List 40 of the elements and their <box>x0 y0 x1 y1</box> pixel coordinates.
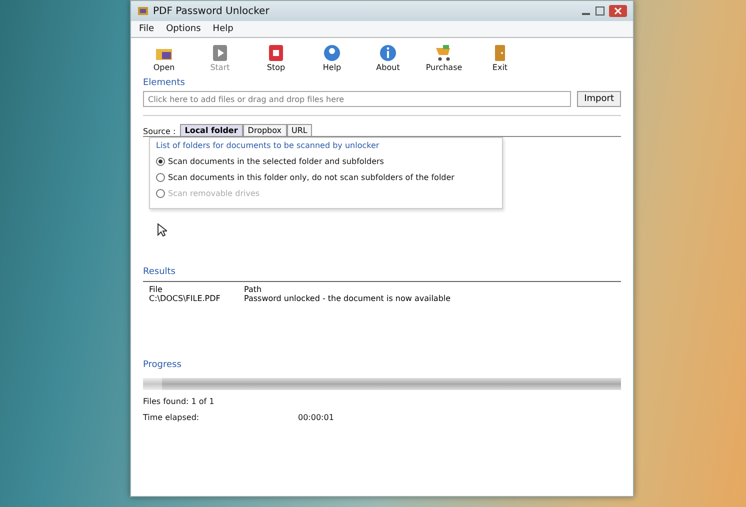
column-header: File <box>149 285 164 294</box>
table-cell: Password unlocked - the document is now available <box>244 294 451 303</box>
toolbar-button[interactable]: Help <box>309 43 355 72</box>
menu-item[interactable]: Help <box>212 24 234 34</box>
toolbar-button[interactable]: About <box>365 43 411 72</box>
source-tab[interactable]: Dropbox <box>242 124 287 136</box>
import-button[interactable]: Import <box>577 91 621 107</box>
toolbar-button[interactable]: Exit <box>477 43 523 72</box>
toolbar-button[interactable]: Stop <box>253 43 299 72</box>
status-text: 00:00:01 <box>298 413 334 422</box>
play-icon <box>210 43 230 63</box>
section-label: Results <box>143 267 176 277</box>
option-label: Scan documents in this folder only, do not scan subfolders of the folder <box>168 173 454 182</box>
maximize-icon[interactable] <box>595 6 605 16</box>
app-icon <box>137 5 149 17</box>
radio-button[interactable] <box>156 173 165 182</box>
section-label: Progress <box>143 360 182 370</box>
cursor-icon <box>157 223 167 237</box>
stop-icon <box>266 43 286 63</box>
toolbar-button[interactable]: Purchase <box>421 43 467 72</box>
table-cell-text: C:\DOCS\FILE.PDF <box>149 294 222 303</box>
menu-item[interactable]: Options <box>166 24 201 34</box>
file-input-field[interactable]: Click here to add files or drag and drop files here <box>143 91 572 107</box>
dropdown-heading[interactable]: List of folders for documents to be scanned by unlocker <box>156 141 380 150</box>
window-title: PDF Password Unlocker <box>153 6 270 16</box>
column-header: Path <box>244 285 262 294</box>
toolbar-button[interactable]: Open <box>141 43 187 72</box>
radio-button[interactable] <box>156 157 165 166</box>
info-icon <box>378 43 398 63</box>
status-text: Time elapsed: <box>143 413 200 422</box>
source-tab[interactable]: URL <box>286 124 312 136</box>
status-text: Files found: 1 of 1 <box>143 397 214 406</box>
close-icon[interactable] <box>609 5 627 17</box>
option-label: Scan removable drives <box>168 189 260 198</box>
option-label: Scan documents in the selected folder and subfolders <box>168 157 384 166</box>
toolbar-button[interactable]: Start <box>197 43 243 72</box>
source-label: Source : <box>143 127 176 136</box>
section-label: Elements <box>143 78 185 88</box>
menu-item[interactable]: File <box>139 24 154 34</box>
source-tab[interactable]: Local folder <box>180 124 243 136</box>
